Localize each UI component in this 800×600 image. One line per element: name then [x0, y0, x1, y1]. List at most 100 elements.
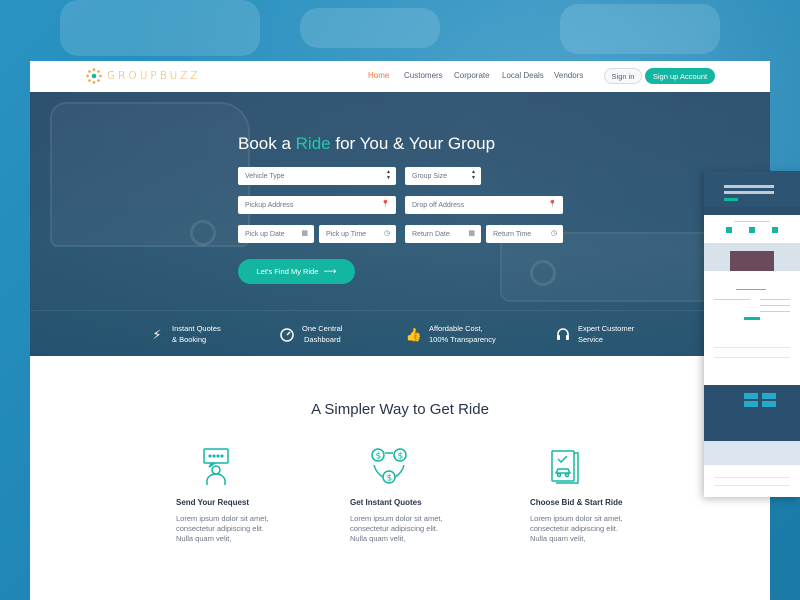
preview-field	[724, 185, 774, 188]
arrow-right-icon: ⟶	[323, 266, 337, 276]
feature-line: Affordable Cost,	[429, 324, 483, 333]
nav-vendors[interactable]: Vendors	[554, 71, 583, 80]
wheel-shape	[190, 220, 216, 246]
preview-feature-strip	[704, 207, 800, 215]
preview-button	[744, 317, 760, 320]
step-line: consectetur adipiscing elit.	[176, 524, 264, 533]
step-choose-bid: Choose Bid & Start Ride Lorem ipsum dolo…	[530, 447, 670, 544]
preview-icon	[749, 227, 755, 233]
pickup-date-placeholder: Pick up Date	[245, 230, 285, 238]
preview-line	[736, 289, 766, 290]
pickup-time-field[interactable]: Pick up Time ◷	[319, 225, 396, 243]
step-description: Lorem ipsum dolor sit amet, consectetur a…	[530, 514, 670, 544]
feature-instant-quotes: ⚡ Instant Quotes & Booking	[148, 323, 221, 345]
preview-tile	[744, 401, 758, 407]
signin-button[interactable]: Sign in	[604, 68, 642, 84]
nav-local-deals[interactable]: Local Deals	[502, 71, 544, 80]
return-time-field[interactable]: Return Time ◷	[486, 225, 563, 243]
select-arrows-icon: ▲ ▼	[471, 169, 476, 181]
document-car-icon	[546, 447, 670, 487]
hero-section: Book a Ride for You & Your Group Vehicle…	[30, 92, 770, 356]
brand-name: GROUPBUZZ	[107, 70, 201, 82]
svg-text:$: $	[398, 452, 404, 462]
signup-button[interactable]: Sign up Account	[645, 68, 715, 84]
step-title: Send Your Request	[176, 498, 250, 507]
step-line: Lorem ipsum dolor sit amet,	[176, 514, 269, 523]
logo[interactable]: GROUPBUZZ	[86, 68, 200, 84]
hero-title-post: for You & Your Group	[330, 134, 496, 153]
hero-title-pre: Book a	[238, 134, 296, 153]
nav-customers[interactable]: Customers	[404, 71, 443, 80]
location-pin-icon: 📍	[381, 201, 390, 208]
calendar-icon: ▦	[301, 230, 308, 237]
feature-line: One Central	[302, 324, 343, 333]
find-ride-label: Let's Find My Ride	[256, 267, 319, 276]
clock-icon: ◷	[383, 230, 390, 237]
preview-image-block	[704, 441, 800, 465]
navbar: GROUPBUZZ Home Customers Corporate Local…	[30, 61, 770, 92]
feature-line: & Booking	[172, 335, 207, 344]
lightning-icon: ⚡	[152, 326, 162, 342]
step-description: Lorem ipsum dolor sit amet, consectetur a…	[176, 514, 316, 544]
section-title: A Simpler Way to Get Ride	[311, 401, 489, 418]
nav-corporate[interactable]: Corporate	[454, 71, 490, 80]
step-description: Lorem ipsum dolor sit amet, consectetur a…	[350, 514, 490, 544]
vehicle-type-label: Vehicle Type	[245, 172, 285, 180]
feature-line: Service	[578, 335, 604, 344]
step-send-request: Send Your Request Lorem ipsum dolor sit …	[176, 447, 316, 544]
preview-line	[714, 299, 750, 300]
feature-line: 100% Transparency	[429, 335, 496, 344]
step-line: Nulla quam velit,	[176, 534, 232, 543]
preview-hero	[704, 171, 800, 207]
location-pin-icon: 📍	[548, 201, 557, 208]
svg-text:$: $	[376, 452, 382, 462]
dropoff-address-field[interactable]: Drop off Address 📍	[405, 196, 563, 214]
feature-affordable: 👍 Affordable Cost, 100% Transparency	[405, 323, 496, 345]
preview-line	[714, 357, 790, 358]
vehicle-type-select[interactable]: Vehicle Type ▲ ▼	[238, 167, 396, 185]
preview-line	[760, 299, 790, 300]
preview-tile	[762, 393, 776, 399]
return-date-field[interactable]: Return Date ▦	[405, 225, 481, 243]
calendar-icon: ▦	[468, 230, 475, 237]
preview-icon	[726, 227, 732, 233]
step-line: Lorem ipsum dolor sit amet,	[530, 514, 623, 523]
feature-line: Expert Customer	[578, 324, 635, 333]
step-title: Choose Bid & Start Ride	[530, 498, 623, 507]
landing-page: GROUPBUZZ Home Customers Corporate Local…	[30, 61, 770, 600]
preview-line	[734, 221, 770, 222]
thumbs-up-icon: 👍	[405, 326, 423, 342]
preview-button	[724, 198, 738, 201]
group-size-label: Group Size	[412, 172, 448, 180]
dollar-exchange-icon: $ $ $	[370, 447, 490, 487]
logo-icon	[86, 68, 102, 84]
preview-tile	[762, 401, 776, 407]
feature-line: Instant Quotes	[172, 324, 221, 333]
step-line: Nulla quam velit,	[530, 534, 586, 543]
dropoff-address-placeholder: Drop off Address	[412, 201, 465, 209]
clock-icon: ◷	[550, 230, 557, 237]
headphones-icon	[554, 325, 572, 343]
hero-bus-image	[50, 102, 250, 247]
find-ride-button[interactable]: Let's Find My Ride ⟶	[238, 259, 355, 284]
gauge-icon	[278, 325, 296, 343]
preview-line	[714, 485, 790, 486]
feature-dashboard: One Central Dashboard	[278, 323, 342, 345]
feature-support: Expert Customer Service	[554, 323, 634, 345]
return-time-placeholder: Return Time	[493, 230, 532, 238]
wheel-shape	[530, 260, 556, 286]
svg-text:$: $	[387, 474, 393, 484]
step-title: Get Instant Quotes	[350, 498, 422, 507]
preview-line	[714, 477, 790, 478]
pickup-address-field[interactable]: Pickup Address 📍	[238, 196, 396, 214]
step-line: Lorem ipsum dolor sit amet,	[350, 514, 443, 523]
preview-photo	[730, 251, 774, 271]
pickup-time-placeholder: Pick up Time	[326, 230, 367, 238]
pickup-address-placeholder: Pickup Address	[245, 201, 294, 209]
page-preview-thumbnail	[704, 171, 800, 497]
nav-home[interactable]: Home	[368, 71, 389, 80]
step-line: Nulla quam velit,	[350, 534, 406, 543]
select-arrows-icon: ▲ ▼	[386, 169, 391, 181]
pickup-date-field[interactable]: Pick up Date ▦	[238, 225, 314, 243]
group-size-select[interactable]: Group Size ▲ ▼	[405, 167, 481, 185]
